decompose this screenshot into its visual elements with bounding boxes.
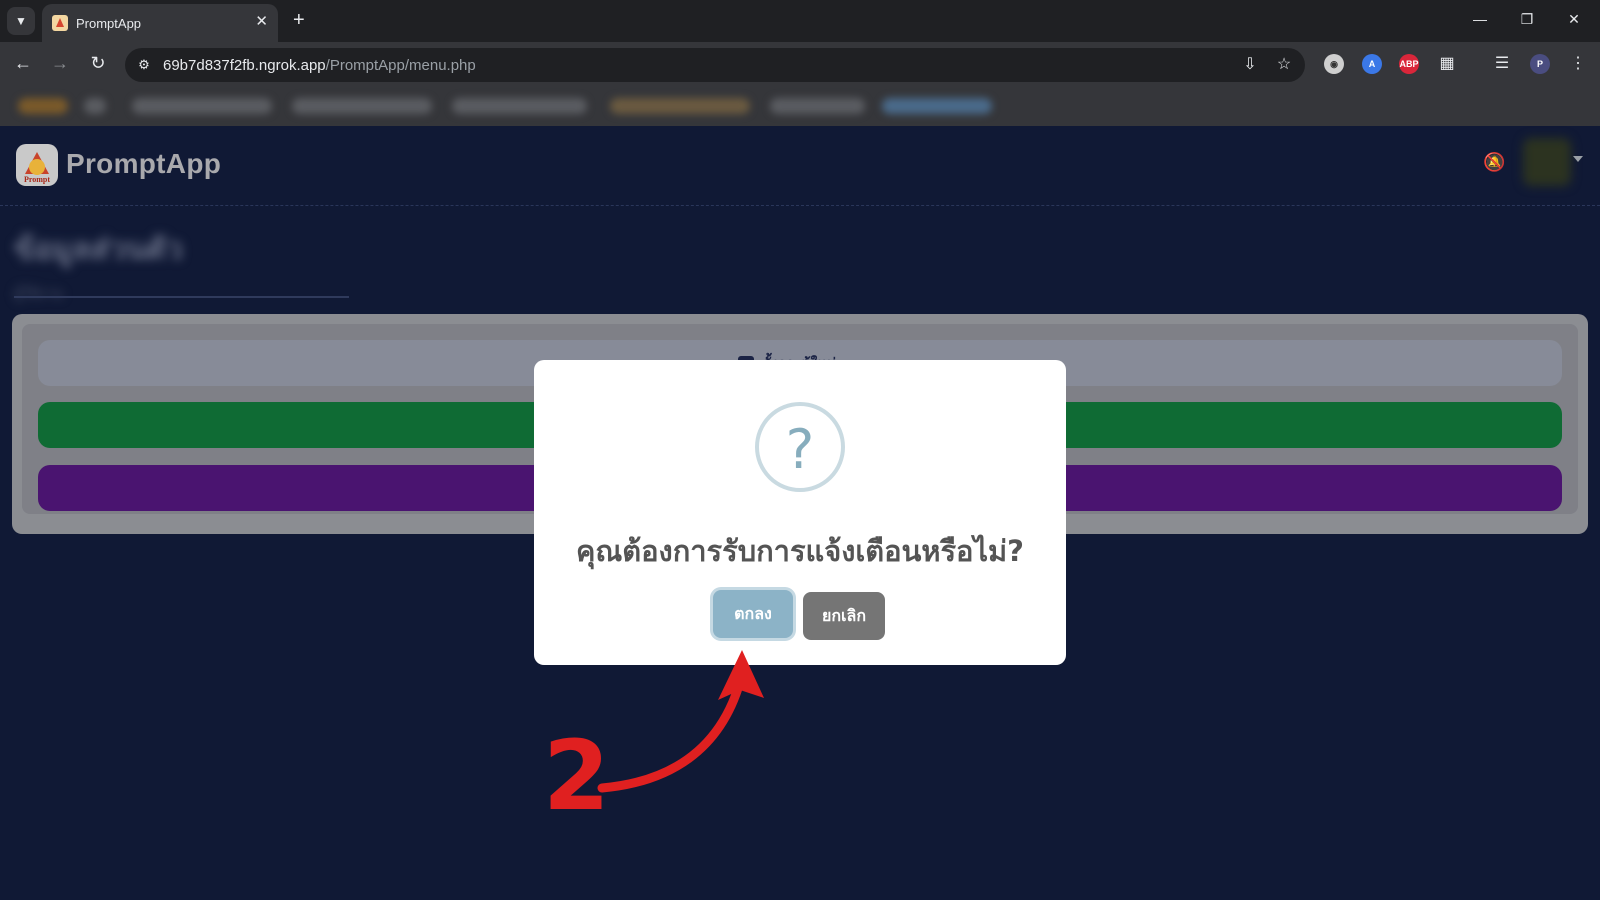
reload-icon[interactable]: ↻ [86, 52, 110, 74]
browser-menu-icon[interactable]: ⋮ [1568, 54, 1588, 74]
bookmark-star-icon[interactable]: ☆ [1273, 55, 1295, 75]
install-app-icon[interactable]: ⇩ [1239, 55, 1261, 75]
user-avatar[interactable] [1523, 138, 1571, 186]
tab-favicon-icon [52, 15, 68, 31]
back-icon[interactable]: ← [11, 52, 35, 74]
forward-icon[interactable]: → [48, 52, 72, 74]
tab-title: PromptApp [76, 16, 142, 31]
abp-extension-icon[interactable]: ABP [1399, 54, 1419, 74]
profile-extension-icon[interactable]: ◉ [1324, 54, 1344, 74]
app-logo[interactable]: Prompt [16, 144, 58, 186]
profile-avatar-icon[interactable]: P [1530, 54, 1550, 74]
page-title: ข้อมูลส่วนตัว [14, 233, 183, 266]
url-text[interactable]: 69b7d837f2fb.ngrok.app/PromptApp/menu.ph… [163, 57, 476, 74]
question-mark: ? [785, 418, 815, 481]
bell-off-icon[interactable]: 🔕 [1483, 152, 1505, 173]
site-info-icon[interactable]: ⚙ [135, 56, 153, 74]
abp-label: ABP [1399, 59, 1419, 69]
heading-divider [14, 296, 349, 298]
browser-tab-bar: ▼ PromptApp ✕ + — ❐ ✕ [0, 0, 1600, 42]
chevron-down-icon[interactable] [1573, 156, 1583, 162]
address-bar[interactable]: ⚙ 69b7d837f2fb.ngrok.app/PromptApp/menu.… [125, 48, 1305, 82]
logo-text: Prompt [23, 175, 51, 184]
bookmarks-bar [0, 86, 1600, 126]
confirm-button[interactable]: ตกลง [713, 590, 793, 638]
logo-sun [29, 159, 45, 175]
notification-permission-dialog: ? คุณต้องการรับการแจ้งเตือนหรือไม่? ตกลง… [534, 360, 1066, 665]
extensions-puzzle-icon[interactable]: ▦ [1437, 54, 1457, 74]
question-icon: ? [755, 402, 845, 492]
media-control-icon[interactable]: ☰ [1492, 54, 1512, 74]
browser-toolbar: ← → ↻ ⚙ 69b7d837f2fb.ngrok.app/PromptApp… [0, 42, 1600, 86]
window-close-icon[interactable]: ✕ [1564, 9, 1584, 29]
app-brand-name[interactable]: PromptApp [66, 148, 221, 180]
page-heading-blurred: ข้อมูลส่วนตัว ผู้ใช้งาน [14, 226, 183, 305]
browser-tab[interactable]: PromptApp ✕ [42, 4, 278, 42]
page-subtitle: ผู้ใช้งาน [14, 285, 63, 301]
annotation-arrow-icon [597, 650, 764, 793]
cancel-button[interactable]: ยกเลิก [803, 592, 885, 640]
minimize-icon[interactable]: — [1470, 9, 1490, 29]
translate-extension-icon[interactable]: A [1362, 54, 1382, 74]
tab-search-button[interactable]: ▼ [7, 7, 35, 35]
restore-icon[interactable]: ❐ [1517, 9, 1537, 29]
app-header: Prompt PromptApp 🔕 [0, 126, 1600, 206]
dialog-title: คุณต้องการรับการแจ้งเตือนหรือไม่? [576, 534, 1024, 568]
step-number-annotation: 2 [543, 720, 610, 832]
blurred-bookmarks [12, 92, 1062, 120]
new-tab-icon[interactable]: + [293, 9, 305, 31]
tab-close-icon[interactable]: ✕ [255, 13, 268, 31]
